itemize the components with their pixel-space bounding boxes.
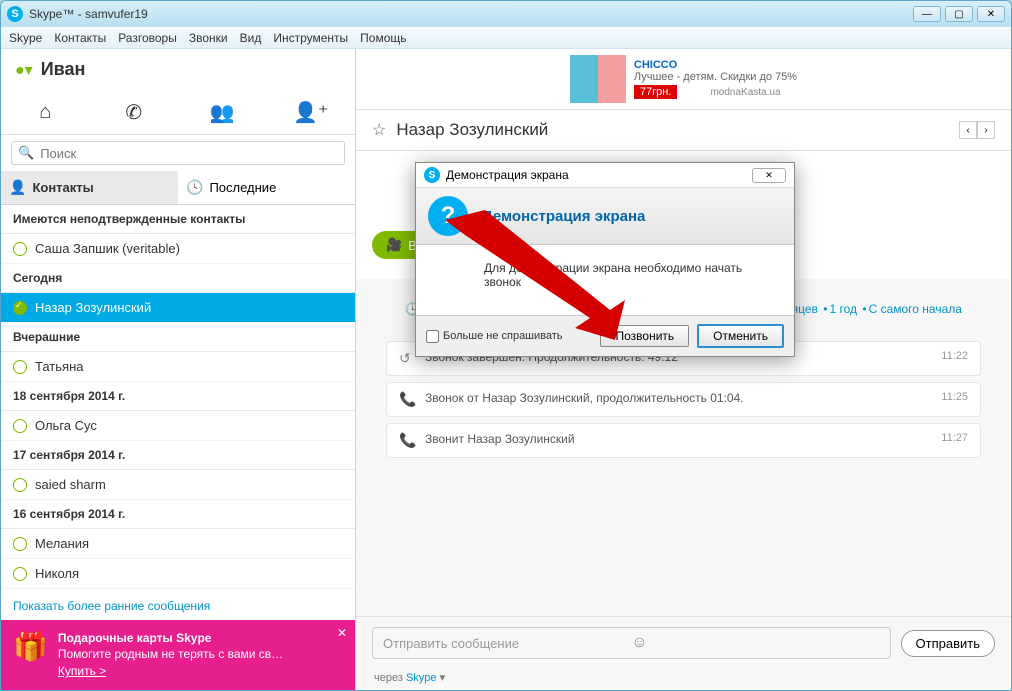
call-event: 📞 Звонит Назар Зозулинский 11:27 — [386, 423, 981, 458]
filter-link[interactable]: 1 год — [829, 302, 857, 316]
emoji-button[interactable]: ☺ — [631, 634, 879, 652]
menu-contacts[interactable]: Контакты — [54, 31, 106, 45]
dialog-close-button[interactable]: ✕ — [752, 168, 786, 183]
ad-site: modnaKasta.ua — [710, 87, 780, 98]
ad-price: 77грн. — [634, 85, 678, 99]
list-item[interactable]: Назар Зозулинский — [1, 293, 355, 323]
menu-tools[interactable]: Инструменты — [273, 31, 348, 45]
call-event: 📞 Звонок от Назар Зозулинский, продолжит… — [386, 382, 981, 417]
phone-icon: 📞 — [399, 432, 417, 449]
filter-link[interactable]: С самого начала — [869, 302, 962, 316]
search-input[interactable] — [40, 146, 338, 161]
call-phone-button[interactable]: ✆ — [114, 98, 154, 126]
ad-banner[interactable]: CHICCO Лучшее - детям. Скидки до 75% 77г… — [356, 49, 1011, 110]
list-group: Вчерашние — [1, 323, 355, 352]
ad-brand: CHICCO — [634, 59, 797, 71]
promo-close-button[interactable]: ✕ — [337, 626, 347, 640]
favorite-star-icon[interactable]: ☆ — [372, 120, 386, 140]
list-item[interactable]: Ольга Сус — [1, 411, 355, 441]
message-composer: Отправить сообщение ☺ Отправить — [356, 616, 1011, 669]
list-item[interactable]: saied sharm — [1, 470, 355, 500]
list-group: 17 сентября 2014 г. — [1, 441, 355, 470]
window-title: Skype™ - samvufer19 — [29, 7, 913, 21]
sidebar: ●▾ Иван ⌂ ✆ 👥 👤⁺ 🔍 👤Контакты 🕓Последние … — [1, 49, 356, 690]
conversation-header: ☆ Назар Зозулинский ‹ › — [356, 110, 1011, 151]
tab-contacts[interactable]: 👤Контакты — [1, 171, 178, 204]
via-skype-link[interactable]: Skype — [406, 672, 437, 684]
video-icon: 🎥 — [386, 237, 402, 253]
list-item[interactable]: Мелания — [1, 529, 355, 559]
tab-recent[interactable]: 🕓Последние — [178, 171, 355, 204]
screen-share-dialog: S Демонстрация экрана ✕ ? Демонстрация э… — [415, 162, 795, 357]
user-name: Иван — [41, 59, 86, 80]
list-item[interactable]: Николя — [1, 559, 355, 589]
checkbox-input[interactable] — [426, 330, 439, 343]
title-bar: S Skype™ - samvufer19 — ▢ ✕ — [1, 1, 1011, 27]
list-group: 16 сентября 2014 г. — [1, 500, 355, 529]
question-icon: ? — [428, 196, 468, 236]
home-button[interactable]: ⌂ — [25, 98, 65, 126]
list-item[interactable]: Татьяна — [1, 352, 355, 382]
group-button[interactable]: 👥 — [202, 98, 242, 126]
menu-calls[interactable]: Звонки — [189, 31, 228, 45]
minimize-button[interactable]: — — [913, 6, 941, 22]
gift-icon: 🎁 — [13, 630, 48, 680]
contact-name: Назар Зозулинский — [396, 120, 548, 140]
list-group: Имеются неподтвержденные контакты — [1, 205, 355, 234]
main-panel: CHICCO Лучшее - детям. Скидки до 75% 77г… — [356, 49, 1011, 690]
status-icon — [13, 419, 27, 433]
dialog-heading: Демонстрация экрана — [482, 208, 645, 225]
dont-ask-checkbox[interactable]: Больше не спрашивать — [426, 330, 592, 343]
contact-list: Имеются неподтвержденные контакты Саша З… — [1, 205, 355, 620]
clock-icon: 🕓 — [186, 179, 203, 196]
via-line: через Skype ▾ — [356, 669, 1011, 690]
message-input[interactable]: Отправить сообщение ☺ — [372, 627, 891, 659]
status-icon — [13, 567, 27, 581]
nav-prev-button[interactable]: ‹ — [959, 121, 977, 139]
menu-view[interactable]: Вид — [240, 31, 262, 45]
current-user[interactable]: ●▾ Иван — [1, 49, 355, 90]
skype-logo-icon: S — [7, 6, 23, 22]
show-earlier-link[interactable]: Показать более ранние сообщения — [1, 589, 355, 620]
ad-line: Лучшее - детям. Скидки до 75% — [634, 71, 797, 83]
menu-bar: Skype Контакты Разговоры Звонки Вид Инст… — [1, 27, 1011, 49]
status-icon — [13, 537, 27, 551]
promo-title: Подарочные карты Skype — [58, 630, 283, 647]
phone-icon: 📞 — [399, 391, 417, 408]
ad-image — [570, 55, 626, 103]
dialog-body: Для демонстрации экрана необходимо начат… — [416, 245, 794, 315]
search-box[interactable]: 🔍 — [11, 141, 345, 165]
skype-logo-icon: S — [424, 167, 440, 183]
dialog-title: Демонстрация экрана — [446, 168, 569, 182]
presence-icon: ●▾ — [15, 60, 33, 80]
list-group: Сегодня — [1, 264, 355, 293]
person-icon: 👤 — [9, 179, 26, 196]
add-contact-button[interactable]: 👤⁺ — [291, 98, 331, 126]
close-button[interactable]: ✕ — [977, 6, 1005, 22]
menu-conversations[interactable]: Разговоры — [118, 31, 177, 45]
cancel-button[interactable]: Отменить — [697, 324, 784, 348]
promo-line: Помогите родным не терять с вами св… — [58, 646, 283, 663]
nav-next-button[interactable]: › — [977, 121, 995, 139]
status-icon — [13, 478, 27, 492]
send-button[interactable]: Отправить — [901, 630, 995, 657]
status-icon — [13, 301, 27, 315]
list-group: 18 сентября 2014 г. — [1, 382, 355, 411]
menu-help[interactable]: Помощь — [360, 31, 406, 45]
status-icon — [13, 360, 27, 374]
status-icon — [13, 242, 27, 256]
promo-buy-link[interactable]: Купить > — [58, 663, 283, 680]
menu-skype[interactable]: Skype — [9, 31, 42, 45]
maximize-button[interactable]: ▢ — [945, 6, 973, 22]
call-button[interactable]: Позвонить — [600, 325, 689, 347]
promo-banner[interactable]: 🎁 Подарочные карты Skype Помогите родным… — [1, 620, 355, 690]
list-item[interactable]: Саша Запшик (veritable) — [1, 234, 355, 264]
search-icon: 🔍 — [18, 145, 34, 161]
